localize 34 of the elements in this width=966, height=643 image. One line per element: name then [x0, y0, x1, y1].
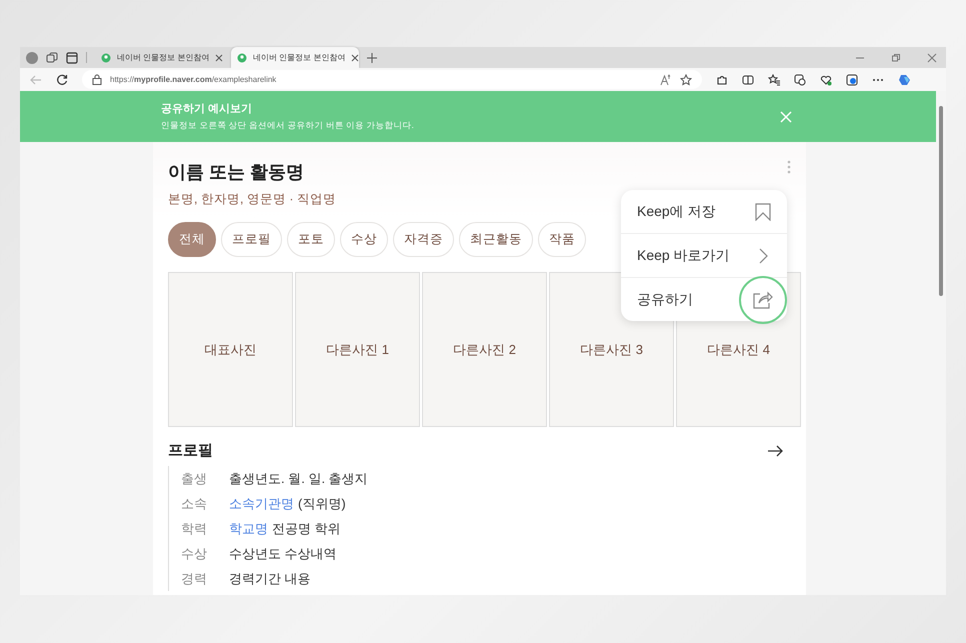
field-value: 출생년도. 월. 일. 출생지 [229, 470, 368, 488]
section-title: 프로필 [168, 441, 213, 460]
filter-tab[interactable]: 자격증 [393, 222, 454, 257]
photo-caption: 다른사진 4 [707, 340, 770, 358]
info-link[interactable]: 소속기관명 [229, 494, 294, 512]
field-label: 소속 [181, 494, 208, 512]
field-label: 경력 [181, 570, 208, 588]
profile-name: 이름 또는 활동명 [168, 161, 306, 184]
field-label: 수상 [181, 544, 208, 562]
menu-item[interactable]: Keep 바로가기 [621, 233, 787, 277]
field-value: (직위명) [298, 494, 346, 512]
photo-caption: 다른사진 3 [580, 340, 643, 358]
filter-tab[interactable]: 최근활동 [459, 222, 533, 257]
field-value: 전공명 학위 [272, 520, 341, 538]
filter-tab[interactable]: 포토 [287, 222, 335, 257]
banner-text: 인물정보 오른쪽 상단 옵션에서 공유하기 버튼 이용 가능합니다. [161, 120, 414, 132]
menu-item[interactable]: Keep에 저장 [621, 190, 787, 233]
photo-caption: 다른사진 2 [453, 340, 516, 358]
field-label: 학력 [181, 520, 208, 538]
filter-tab[interactable]: 작품 [538, 222, 586, 257]
browser-tab[interactable]: 네이버 인물정보 본인참여 [95, 47, 223, 68]
browser-tab[interactable]: 네이버 인물정보 본인참여 [231, 47, 359, 68]
filter-tab[interactable]: 프로필 [221, 222, 282, 257]
menu-item[interactable]: 공유하기 [621, 277, 787, 321]
address-field[interactable]: https://myprofile.naver.com/examplesharelink [82, 70, 702, 89]
field-value: 수상년도 수상내역 [229, 544, 337, 562]
field-value: 경력기간 내용 [229, 570, 311, 588]
photo-caption: 대표사진 [204, 340, 256, 358]
profile-subtitle: 본명, 한자명, 영문명 · 직업명 [168, 191, 336, 208]
field-label: 출생 [181, 470, 208, 488]
info-link[interactable]: 학교명 [229, 520, 268, 538]
photo-caption: 다른사진 1 [326, 340, 389, 358]
filter-tab[interactable]: 수상 [340, 222, 388, 257]
banner-title: 공유하기 예시보기 [161, 102, 254, 116]
